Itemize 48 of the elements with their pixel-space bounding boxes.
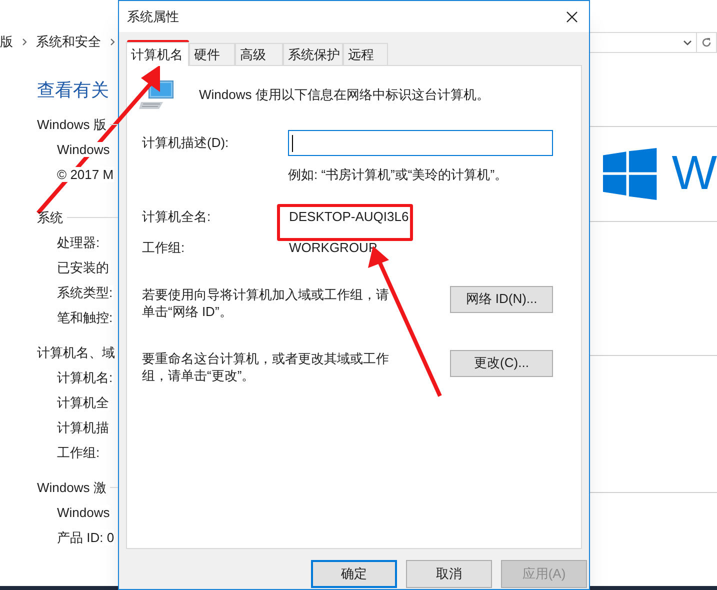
tab[interactable]: 硬件: [189, 43, 235, 65]
info-label: 笔和触控:: [57, 310, 113, 325]
refresh-button[interactable]: [697, 32, 717, 53]
field-label: 计算机描述(D):: [142, 134, 230, 152]
breadcrumb-link[interactable]: 版: [0, 32, 13, 52]
example-hint: 例如: “书房计算机”或“美玲的计算机”。: [288, 166, 509, 184]
dialog-button[interactable]: 取消: [406, 560, 492, 588]
tab[interactable]: 系统保护: [283, 43, 343, 65]
page-heading: 查看有关: [37, 79, 110, 102]
section-title: 计算机名、域: [37, 344, 115, 362]
window-title: 系统属性: [127, 8, 179, 26]
windows-logo-icon: [603, 145, 657, 203]
tab[interactable]: 计算机名: [126, 42, 189, 66]
logo-text: W: [672, 150, 717, 198]
info-label: © 2017 M: [57, 167, 114, 182]
field-label: 工作组:: [142, 238, 186, 257]
workgroup-name: WORKGROUP: [289, 238, 378, 257]
section-title: Windows 激: [37, 478, 106, 497]
info-label: 计算机全: [57, 395, 109, 410]
section-title: 系统: [37, 208, 63, 227]
info-label: 计算机描: [57, 420, 109, 435]
field-label: 计算机全名:: [142, 208, 212, 226]
dialog-button[interactable]: 确定: [311, 560, 397, 588]
info-label: Windows: [57, 142, 110, 157]
dropdown-icon: [683, 40, 692, 46]
chevron-icon: [22, 38, 27, 46]
refresh-icon: [701, 37, 712, 48]
chevron-icon: [110, 38, 115, 46]
info-label: 处理器:: [57, 235, 100, 250]
description-field[interactable]: [288, 130, 553, 156]
info-label: 已安装的: [57, 260, 109, 275]
info-label: 系统类型:: [57, 285, 113, 300]
action-button[interactable]: 更改(C)...: [450, 350, 553, 376]
instruction-text: 要重命名这台计算机，或者更改其域或工作组，请单击“更改”。: [142, 350, 390, 384]
tab[interactable]: 高级: [235, 43, 283, 65]
info-label: 产品 ID: 0: [57, 530, 114, 545]
breadcrumb-link[interactable]: 系统和安全: [36, 32, 101, 52]
instruction-text: 若要使用向导将计算机加入域或工作组，请单击“网络 ID”。: [142, 286, 390, 320]
close-icon: [566, 10, 578, 22]
info-label: Windows: [57, 505, 110, 520]
intro-text: Windows 使用以下信息在网络中标识这台计算机。: [199, 86, 490, 104]
info-label: 计算机名:: [57, 370, 113, 385]
section-title: Windows 版: [37, 116, 106, 134]
tab[interactable]: 远程: [343, 43, 388, 65]
computer-name: DESKTOP-AUQI3L6: [289, 208, 409, 226]
info-label: 工作组:: [57, 445, 100, 460]
address-field[interactable]: [590, 32, 697, 53]
action-button[interactable]: 网络 ID(N)...: [450, 286, 553, 312]
